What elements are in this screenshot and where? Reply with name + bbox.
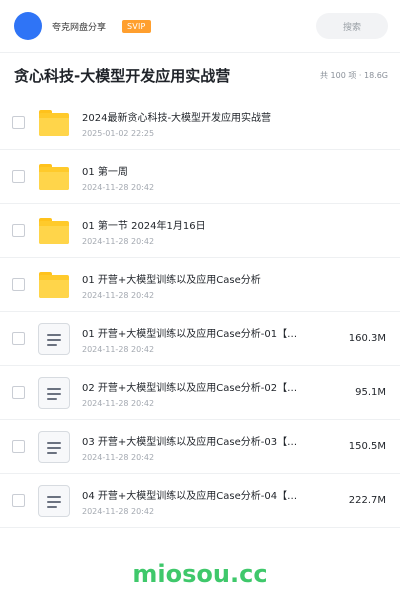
file-size: 95.1M (355, 387, 386, 398)
file-info: 01 开营+大模型训练以及应用Case分析 2024-11-28 20:42 (82, 271, 312, 300)
document-icon (38, 322, 70, 355)
file-name[interactable]: 2024最新贪心科技-大模型开发应用实战营 (82, 109, 312, 124)
file-date: 2024-11-28 20:42 (82, 399, 155, 408)
folder-icon (39, 163, 69, 190)
header: 夸克网盘分享 SVIP 搜索 (0, 0, 400, 52)
file-info: 01 第一节 2024年1月16日 2024-11-28 20:42 (82, 217, 312, 246)
file-size: 150.5M (348, 441, 386, 452)
file-name[interactable]: 02 开营+大模型训练以及应用Case分析-02【… (82, 379, 312, 394)
search-input[interactable]: 搜索 (316, 13, 388, 39)
svip-badge: SVIP (122, 19, 151, 33)
document-icon (38, 376, 70, 409)
file-date: 2024-11-28 20:42 (82, 345, 155, 354)
document-icon (38, 484, 70, 517)
folder-icon (38, 269, 70, 301)
file-name[interactable]: 01 第一周 (82, 163, 312, 178)
document-icon (38, 430, 70, 463)
row-checkbox[interactable] (12, 440, 25, 453)
file-size: 222.7M (348, 495, 386, 506)
document-icon (38, 322, 70, 355)
file-row[interactable]: 01 第一节 2024年1月16日 2024-11-28 20:42 (0, 204, 400, 258)
file-row[interactable]: 01 开营+大模型训练以及应用Case分析 2024-11-28 20:42 (0, 258, 400, 312)
file-list: 2024最新贪心科技-大模型开发应用实战营 2025-01-02 22:25 01 … (0, 96, 400, 528)
row-checkbox[interactable] (12, 170, 25, 183)
file-date: 2024-11-28 20:42 (82, 237, 155, 246)
file-name[interactable]: 03 开营+大模型训练以及应用Case分析-03【… (82, 433, 312, 448)
file-row[interactable]: 04 开营+大模型训练以及应用Case分析-04【… 2024-11-28 20:… (0, 474, 400, 528)
file-info: 02 开营+大模型训练以及应用Case分析-02【… 2024-11-28 20:… (82, 379, 312, 408)
username: 夸克网盘分享 (52, 22, 107, 33)
file-row[interactable]: 03 开营+大模型训练以及应用Case分析-03【… 2024-11-28 20:… (0, 420, 400, 474)
header-divider (0, 52, 400, 53)
row-checkbox[interactable] (12, 332, 25, 345)
file-date: 2024-11-28 20:42 (82, 507, 155, 516)
file-info: 01 开营+大模型训练以及应用Case分析-01【… 2024-11-28 20:… (82, 325, 312, 354)
folder-icon (38, 107, 70, 139)
file-info: 01 第一周 2024-11-28 20:42 (82, 163, 312, 192)
document-icon (38, 376, 70, 409)
file-date: 2024-11-28 20:42 (82, 453, 155, 462)
file-name[interactable]: 01 第一节 2024年1月16日 (82, 217, 312, 232)
file-date: 2024-11-28 20:42 (82, 291, 155, 300)
document-icon (38, 430, 70, 463)
file-name[interactable]: 01 开营+大模型训练以及应用Case分析-01【… (82, 325, 312, 340)
folder-icon (39, 109, 69, 136)
row-checkbox[interactable] (12, 494, 25, 507)
file-date: 2024-11-28 20:42 (82, 183, 155, 192)
folder-icon (38, 161, 70, 193)
row-checkbox[interactable] (12, 386, 25, 399)
search-placeholder: 搜索 (342, 22, 361, 33)
row-checkbox[interactable] (12, 116, 25, 129)
file-name[interactable]: 04 开营+大模型训练以及应用Case分析-04【… (82, 487, 312, 502)
row-checkbox[interactable] (12, 278, 25, 291)
item-count: 共 100 项 · 18.6G (320, 70, 388, 80)
folder-icon (39, 271, 69, 298)
file-row[interactable]: 2024最新贪心科技-大模型开发应用实战营 2025-01-02 22:25 (0, 96, 400, 150)
folder-icon (38, 215, 70, 247)
avatar[interactable] (14, 12, 42, 40)
row-checkbox[interactable] (12, 224, 25, 237)
page: 夸克网盘分享 SVIP 搜索 贪心科技-大模型开发应用实战营 共 100 项 ·… (0, 0, 400, 600)
folder-icon (39, 217, 69, 244)
page-title: 贪心科技-大模型开发应用实战营 (14, 66, 231, 85)
file-row[interactable]: 02 开营+大模型训练以及应用Case分析-02【… 2024-11-28 20:… (0, 366, 400, 420)
file-name[interactable]: 01 开营+大模型训练以及应用Case分析 (82, 271, 312, 286)
watermark: miosou.cc (132, 560, 268, 588)
file-info: 2024最新贪心科技-大模型开发应用实战营 2025-01-02 22:25 (82, 109, 312, 138)
file-row[interactable]: 01 开营+大模型训练以及应用Case分析-01【… 2024-11-28 20:… (0, 312, 400, 366)
file-info: 04 开营+大模型训练以及应用Case分析-04【… 2024-11-28 20:… (82, 487, 312, 516)
document-icon (38, 484, 70, 517)
file-date: 2025-01-02 22:25 (82, 129, 155, 138)
file-row[interactable]: 01 第一周 2024-11-28 20:42 (0, 150, 400, 204)
title-row: 贪心科技-大模型开发应用实战营 共 100 项 · 18.6G (0, 54, 400, 96)
file-info: 03 开营+大模型训练以及应用Case分析-03【… 2024-11-28 20:… (82, 433, 312, 462)
file-size: 160.3M (348, 333, 386, 344)
